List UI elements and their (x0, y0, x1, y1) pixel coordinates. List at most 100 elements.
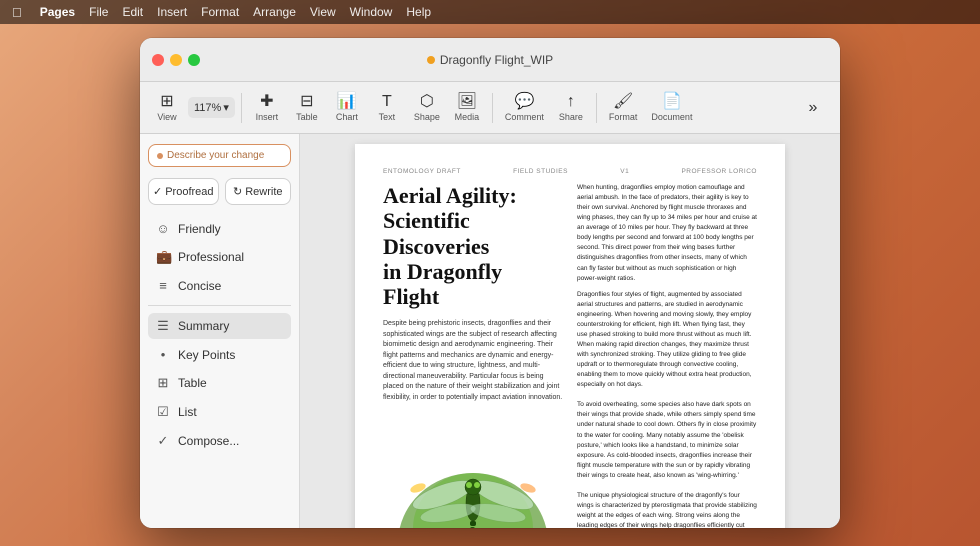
describe-dot (157, 153, 163, 159)
window-title-text: Dragonfly Flight_WIP (440, 53, 553, 67)
menu-window[interactable]: Window (350, 5, 393, 19)
concise-icon: ≡ (156, 278, 170, 293)
view-icon: ⊞ (160, 94, 173, 110)
window-title: Dragonfly Flight_WIP (152, 53, 828, 67)
toolbar-comment[interactable]: 💬 Comment (499, 90, 550, 126)
maximize-button[interactable] (188, 54, 200, 66)
view-label: View (157, 112, 176, 122)
table-sidebar-icon: ⊞ (156, 375, 170, 391)
doc-header-version: V1 (620, 168, 629, 175)
menu-edit[interactable]: Edit (122, 5, 143, 19)
sidebar-item-compose[interactable]: ✓ Compose... (148, 428, 291, 454)
toolbar-insert[interactable]: ✚ Insert (248, 90, 286, 126)
document-label: Document (651, 112, 692, 122)
doc-header: ENTOMOLOGY DRAFT FIELD STUDIES V1 PROFES… (383, 168, 757, 175)
dragonfly-svg (388, 413, 558, 528)
describe-input[interactable]: Describe your change (148, 144, 291, 167)
document-page: ENTOMOLOGY DRAFT FIELD STUDIES V1 PROFES… (355, 144, 785, 528)
sidebar-divider (148, 305, 291, 306)
proofread-button[interactable]: ✓ Proofread (148, 178, 219, 205)
insert-label: Insert (256, 112, 279, 122)
text-label: Text (379, 112, 396, 122)
toolbar-separator-1 (241, 93, 242, 123)
toolbar-share[interactable]: ↑ Share (552, 90, 590, 126)
toolbar-table[interactable]: ⊟ Table (288, 90, 326, 126)
doc-header-left: ENTOMOLOGY DRAFT (383, 168, 461, 175)
rewrite-button[interactable]: ↻ Rewrite (225, 178, 291, 205)
friendly-icon: ☺ (156, 221, 170, 236)
menu-format[interactable]: Format (201, 5, 239, 19)
share-label: Share (559, 112, 583, 122)
toolbar-separator-3 (596, 93, 597, 123)
list-label: List (178, 405, 197, 419)
key-points-label: Key Points (178, 348, 235, 362)
compose-icon: ✓ (156, 433, 170, 449)
writing-tools-sidebar: Describe your change ✓ Proofread ↻ Rewri… (140, 134, 300, 528)
compose-label: Compose... (178, 434, 239, 448)
key-points-icon: • (156, 347, 170, 362)
shape-icon: ⬡ (420, 94, 434, 110)
toolbar-media[interactable]: 🖼 Media (448, 90, 486, 126)
chart-label: Chart (336, 112, 358, 122)
table-icon: ⊟ (300, 94, 313, 110)
chart-icon: 📊 (337, 94, 357, 110)
comment-label: Comment (505, 112, 544, 122)
menu-help[interactable]: Help (406, 5, 431, 19)
professional-icon: 💼 (156, 249, 170, 265)
zoom-level: 117% (194, 102, 221, 114)
pages-window: Dragonfly Flight_WIP ⊞ View 117% ▾ ✚ Ins… (140, 38, 840, 528)
action-buttons: ✓ Proofread ↻ Rewrite (148, 178, 291, 205)
toolbar-format[interactable]: 🖌 Format (603, 90, 644, 126)
toolbar-document[interactable]: 📄 Document (645, 90, 698, 126)
content-area: Describe your change ✓ Proofread ↻ Rewri… (140, 134, 840, 528)
proofread-icon: ✓ (153, 185, 162, 198)
share-icon: ↑ (567, 94, 575, 110)
media-icon: 🖼 (457, 94, 477, 110)
media-label: Media (455, 112, 480, 122)
doc-header-center: FIELD STUDIES (513, 168, 568, 175)
proofread-label: Proofread (165, 186, 213, 198)
titlebar: Dragonfly Flight_WIP (140, 38, 840, 82)
rewrite-icon: ↻ (233, 185, 242, 198)
menu-view[interactable]: View (310, 5, 336, 19)
sidebar-item-summary[interactable]: ☰ Summary (148, 313, 291, 339)
sidebar-item-friendly[interactable]: ☺ Friendly (148, 216, 291, 241)
professional-label: Professional (178, 250, 244, 264)
zoom-chevron-icon: ▾ (223, 101, 229, 114)
toolbar-separator-2 (492, 93, 493, 123)
summary-icon: ☰ (156, 318, 170, 334)
menu-file[interactable]: File (89, 5, 108, 19)
insert-icon: ✚ (260, 94, 273, 110)
doc-body-left: Dragonflies four styles of flight, augme… (577, 290, 757, 528)
sidebar-item-table[interactable]: ⊞ Table (148, 370, 291, 396)
traffic-lights (152, 54, 200, 66)
table-label: Table (296, 112, 318, 122)
table-label: Table (178, 376, 207, 390)
toolbar-shape[interactable]: ⬡ Shape (408, 90, 446, 126)
menu-insert[interactable]: Insert (157, 5, 187, 19)
sidebar-item-professional[interactable]: 💼 Professional (148, 244, 291, 270)
dragonfly-image-area (383, 413, 563, 528)
summary-label: Summary (178, 319, 229, 333)
document-area[interactable]: ENTOMOLOGY DRAFT FIELD STUDIES V1 PROFES… (300, 134, 840, 528)
toolbar-more[interactable]: » (794, 96, 832, 120)
minimize-button[interactable] (170, 54, 182, 66)
app-name[interactable]: Pages (40, 5, 75, 19)
list-icon: ☑ (156, 404, 170, 420)
format-label: Format (609, 112, 638, 122)
toolbar-view[interactable]: ⊞ View (148, 90, 186, 126)
apple-menu[interactable]:  (12, 5, 22, 20)
toolbar-text[interactable]: T Text (368, 90, 406, 126)
sidebar-item-concise[interactable]: ≡ Concise (148, 273, 291, 298)
rewrite-label: Rewrite (245, 186, 282, 198)
zoom-control[interactable]: 117% ▾ (188, 97, 235, 118)
doc-body-right: When hunting, dragonflies employ motion … (577, 183, 757, 284)
menu-arrange[interactable]: Arrange (253, 5, 296, 19)
toolbar: ⊞ View 117% ▾ ✚ Insert ⊟ Table 📊 Chart T… (140, 82, 840, 134)
document-icon: 📄 (662, 94, 682, 110)
toolbar-chart[interactable]: 📊 Chart (328, 90, 366, 126)
close-button[interactable] (152, 54, 164, 66)
sidebar-item-key-points[interactable]: • Key Points (148, 342, 291, 367)
sidebar-item-list[interactable]: ☑ List (148, 399, 291, 425)
concise-label: Concise (178, 279, 221, 293)
